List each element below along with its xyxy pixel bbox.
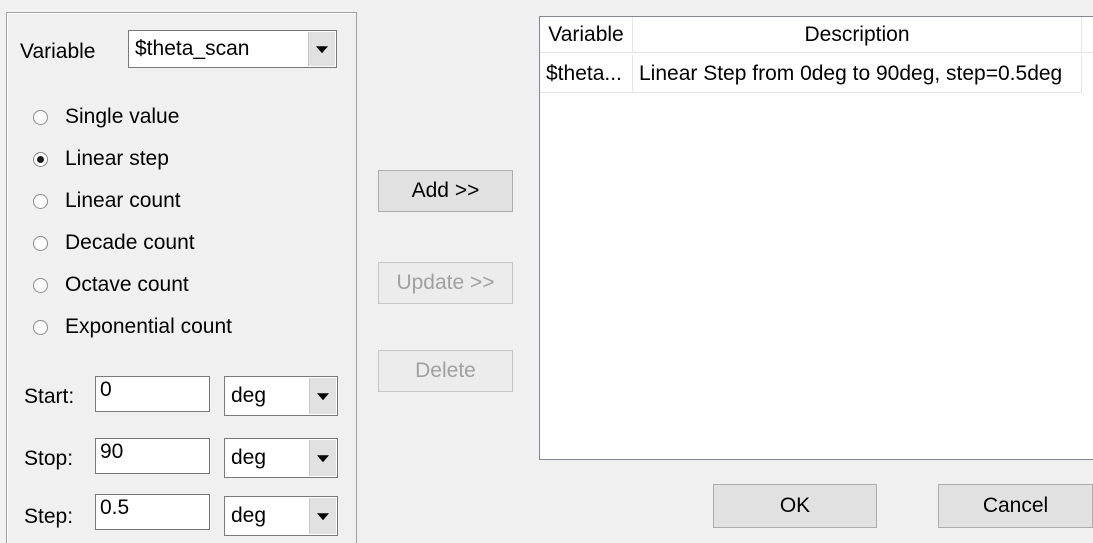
radio-label: Decade count (65, 231, 195, 254)
radio-button[interactable] (33, 110, 48, 125)
step-input-value: 0.5 (100, 496, 130, 519)
stop-label: Stop: (24, 447, 74, 470)
radio-button[interactable] (33, 278, 48, 293)
variable-select-value: $theta_scan (135, 37, 250, 60)
stop-unit-dropdown-button[interactable] (309, 440, 336, 476)
update-button-label: Update >> (396, 271, 495, 294)
column-header-description[interactable]: Description (633, 17, 1082, 53)
start-input-value: 0 (100, 378, 112, 401)
delete-button-label: Delete (415, 359, 476, 382)
step-unit-value: deg (231, 504, 267, 527)
ok-button-label: OK (779, 494, 811, 517)
radio-button[interactable] (33, 320, 48, 335)
radio-label: Exponential count (65, 315, 232, 338)
stop-unit-select[interactable]: deg (224, 438, 338, 478)
table-row-variable-cell[interactable]: $theta... (540, 55, 633, 93)
chevron-down-icon (316, 46, 328, 54)
step-unit-select[interactable]: deg (224, 496, 338, 536)
ok-button[interactable]: OK (713, 484, 877, 528)
radio-selected-dot (37, 156, 44, 163)
column-header-filler (1082, 17, 1093, 53)
chevron-down-icon (317, 513, 329, 521)
start-unit-dropdown-button[interactable] (309, 378, 336, 414)
add-button-label: Add >> (411, 179, 480, 202)
column-header-variable[interactable]: Variable (540, 17, 633, 53)
variable-select[interactable]: $theta_scan (128, 30, 337, 68)
chevron-down-icon (317, 455, 329, 463)
start-unit-select[interactable]: deg (224, 376, 338, 416)
cell-text: $theta... (546, 61, 622, 85)
radio-button[interactable] (33, 194, 48, 209)
variables-list[interactable]: Variable Description $theta... Linear St… (539, 16, 1093, 460)
radio-label: Octave count (65, 273, 189, 296)
start-unit-value: deg (231, 384, 267, 407)
add-button[interactable]: Add >> (378, 170, 513, 212)
column-header-label: Variable (548, 22, 624, 46)
stop-input-value: 90 (100, 440, 124, 463)
radio-button[interactable] (33, 236, 48, 251)
step-input[interactable]: 0.5 (95, 494, 210, 530)
chevron-down-icon (317, 393, 329, 401)
delete-button[interactable]: Delete (378, 350, 513, 392)
stop-input[interactable]: 90 (95, 438, 210, 474)
variable-dropdown-button[interactable] (308, 32, 335, 66)
update-button[interactable]: Update >> (378, 262, 513, 304)
cell-text: Linear Step from 0deg to 90deg, step=0.5… (639, 61, 1063, 85)
radio-label: Linear count (65, 189, 181, 212)
step-label: Step: (24, 505, 74, 528)
start-input[interactable]: 0 (95, 376, 210, 412)
table-row-description-cell[interactable]: Linear Step from 0deg to 90deg, step=0.5… (633, 55, 1082, 93)
radio-label: Single value (65, 105, 180, 128)
column-header-label: Description (804, 22, 910, 46)
start-label: Start: (24, 385, 75, 408)
radio-label: Linear step (65, 147, 169, 170)
radio-button[interactable] (33, 152, 48, 167)
variable-label: Variable (20, 40, 96, 63)
cancel-button[interactable]: Cancel (938, 484, 1093, 528)
cancel-button-label: Cancel (982, 494, 1049, 517)
stop-unit-value: deg (231, 446, 267, 469)
